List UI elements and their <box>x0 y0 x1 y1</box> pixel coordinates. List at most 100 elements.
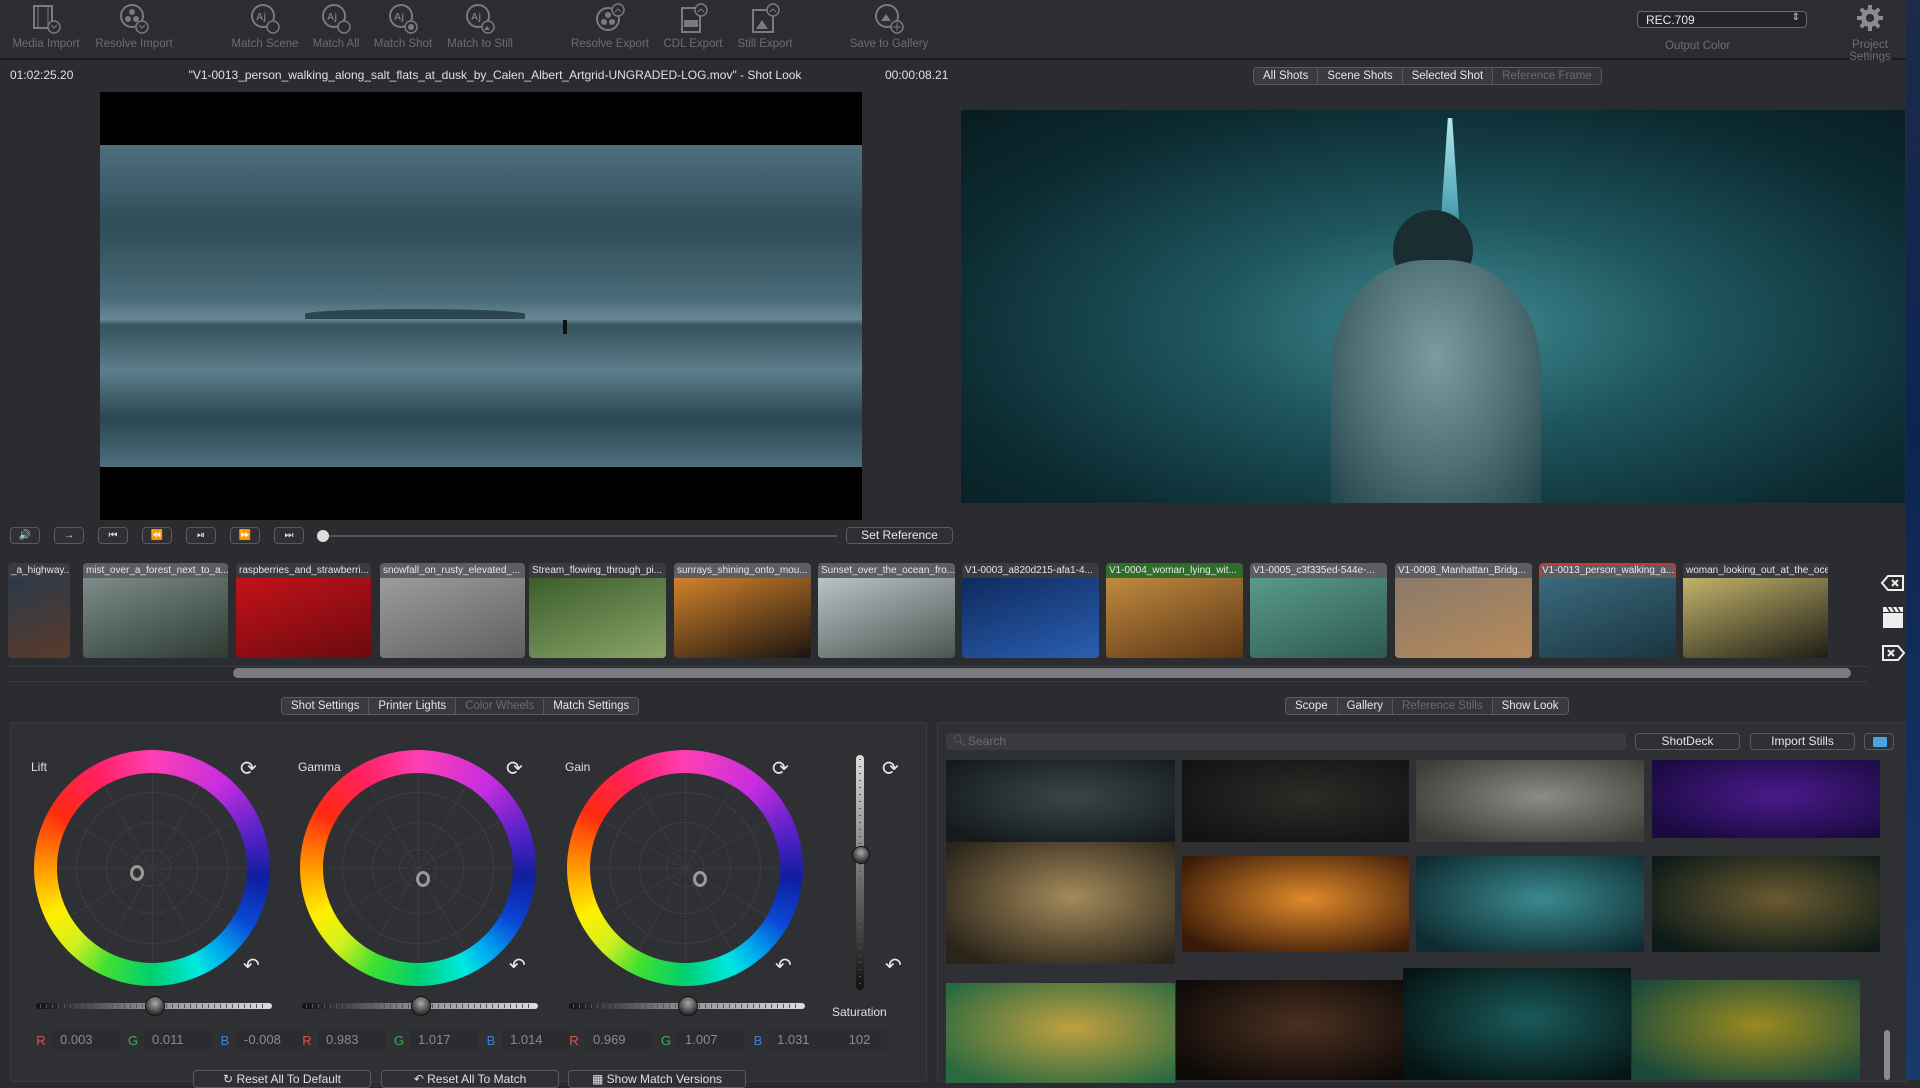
saturation-field[interactable]: 102 <box>832 1030 887 1050</box>
import-stills-button[interactable]: Import Stills <box>1750 733 1855 750</box>
gain-b-field[interactable]: 1.031 <box>769 1030 837 1050</box>
tab-show-look[interactable]: Show Look <box>1493 698 1568 714</box>
filmstrip-clip[interactable]: V1-0008_Manhattan_Bridg... <box>1395 563 1532 658</box>
gamma-g-field[interactable]: 1.017 <box>410 1030 478 1050</box>
tab-printer-lights[interactable]: Printer Lights <box>369 698 457 714</box>
gain-master-knob[interactable] <box>678 996 698 1016</box>
lift-g-field[interactable]: 0.011 <box>144 1030 212 1050</box>
gain-r-field[interactable]: 0.969 <box>585 1030 653 1050</box>
reset-all-to-match-button[interactable]: ↶ Reset All To Match <box>381 1070 559 1088</box>
match-to-still-button[interactable]: Aj Match to Still <box>435 2 525 50</box>
gallery-still[interactable] <box>1632 980 1860 1080</box>
volume-button[interactable]: 🔊 <box>10 527 40 544</box>
gain-master-slider[interactable] <box>569 996 805 1016</box>
filmstrip-clip[interactable]: snowfall_on_rusty_elevated_... <box>380 563 525 658</box>
tab-scene-shots[interactable]: Scene Shots <box>1318 68 1403 84</box>
lift-puck[interactable] <box>130 865 144 881</box>
gain-puck[interactable] <box>693 871 707 887</box>
fast-forward-button[interactable]: ⏩ <box>230 527 260 544</box>
gamma-b-field[interactable]: 1.014 <box>502 1030 570 1050</box>
play-pause-button[interactable]: ⏯ <box>186 527 216 544</box>
set-reference-button[interactable]: Set Reference <box>846 527 953 544</box>
filmstrip-clip[interactable]: sunrays_shining_onto_mou... <box>674 563 811 658</box>
lift-reset-icon[interactable]: ⟳ <box>240 756 257 781</box>
filmstrip-clip[interactable]: raspberries_and_strawberri... <box>236 563 371 658</box>
gamma-master-knob[interactable] <box>411 996 431 1016</box>
saturation-knob[interactable] <box>852 845 870 864</box>
gamma-wheel[interactable] <box>300 750 536 986</box>
gain-undo-icon[interactable]: ↶ <box>775 953 792 978</box>
media-import-button[interactable]: Media Import <box>1 2 91 50</box>
gallery-still[interactable] <box>1652 760 1880 838</box>
gallery-still[interactable] <box>946 983 1175 1083</box>
gallery-still[interactable] <box>1182 760 1409 842</box>
skip-to-start-button[interactable]: ⏮ <box>98 527 128 544</box>
filmstrip-clip[interactable]: V1-0005_c3f335ed-544e-... <box>1250 563 1387 658</box>
filmstrip-clip[interactable]: _a_highway... <box>8 563 70 658</box>
lift-master-slider[interactable] <box>36 996 272 1016</box>
tab-selected-shot[interactable]: Selected Shot <box>1403 68 1494 84</box>
tab-reference-frame[interactable]: Reference Frame <box>1493 68 1601 84</box>
project-settings-button[interactable]: Project Settings <box>1830 3 1910 63</box>
lift-undo-icon[interactable]: ↶ <box>243 953 260 978</box>
gain-wheel[interactable] <box>567 750 803 986</box>
output-color-select[interactable]: REC.709 ⇕ <box>1637 11 1807 28</box>
clapperboard-button[interactable] <box>1880 605 1906 628</box>
gallery-still[interactable] <box>1403 968 1631 1080</box>
lift-master-knob[interactable] <box>145 996 165 1016</box>
filmstrip-clip[interactable]: V1-0003_a820d215-afa1-4... <box>962 563 1099 658</box>
gallery-still[interactable] <box>946 842 1175 964</box>
gamma-undo-icon[interactable]: ↶ <box>509 953 526 978</box>
loop-button[interactable]: → <box>54 527 84 544</box>
filmstrip-clip[interactable]: V1-0013_person_walking_a... <box>1539 563 1676 658</box>
tab-all-shots[interactable]: All Shots <box>1254 68 1319 84</box>
gallery-still[interactable] <box>1416 760 1644 842</box>
rewind-button[interactable]: ⏪ <box>142 527 172 544</box>
source-viewer[interactable] <box>100 92 862 520</box>
resolve-export-button[interactable]: Resolve Export <box>565 2 655 50</box>
gallery-still[interactable] <box>1182 856 1409 952</box>
saturation-undo-icon[interactable]: ↶ <box>885 953 902 978</box>
tab-match-settings[interactable]: Match Settings <box>544 698 638 714</box>
tab-reference-stills[interactable]: Reference Stills <box>1393 698 1493 714</box>
gallery-still[interactable] <box>1176 980 1404 1080</box>
reference-viewer[interactable] <box>961 110 1905 503</box>
reset-all-to-default-button[interactable]: ↻ Reset All To Default <box>193 1070 371 1088</box>
filmstrip-clip[interactable]: woman_looking_out_at_the_ocean_t... <box>1683 563 1828 658</box>
saturation-slider[interactable] <box>856 755 864 990</box>
gain-reset-icon[interactable]: ⟳ <box>772 756 789 781</box>
filmstrip-clip[interactable]: mist_over_a_forest_next_to_a... <box>83 563 228 658</box>
tab-gallery[interactable]: Gallery <box>1338 698 1394 714</box>
tab-scope[interactable]: Scope <box>1286 698 1338 714</box>
remove-left-button[interactable] <box>1880 573 1906 595</box>
tab-shot-settings[interactable]: Shot Settings <box>282 698 370 714</box>
gallery-still[interactable] <box>946 760 1175 842</box>
gallery-still[interactable] <box>1416 856 1644 952</box>
filmstrip-scroll-thumb[interactable] <box>232 668 1851 678</box>
lift-r-field[interactable]: 0.003 <box>52 1030 120 1050</box>
gamma-reset-icon[interactable]: ⟳ <box>506 756 523 781</box>
search-input[interactable]: 🔍︎ Search <box>946 733 1626 750</box>
shotdeck-button[interactable]: ShotDeck <box>1635 733 1740 750</box>
timeline-scrubber[interactable] <box>322 535 837 537</box>
gallery-scrollbar[interactable] <box>1884 1030 1890 1080</box>
gallery-still[interactable] <box>1652 856 1880 952</box>
lift-b-field[interactable]: -0.008 <box>236 1030 304 1050</box>
save-to-gallery-button[interactable]: Save to Gallery <box>844 2 934 50</box>
gain-g-field[interactable]: 1.007 <box>677 1030 745 1050</box>
resolve-import-button[interactable]: Resolve Import <box>89 2 179 50</box>
lift-wheel[interactable] <box>34 750 270 986</box>
gamma-puck[interactable] <box>416 871 430 887</box>
skip-to-end-button[interactable]: ⏭ <box>274 527 304 544</box>
show-match-versions-button[interactable]: ▦ Show Match Versions <box>568 1070 746 1088</box>
filmstrip-clip[interactable]: Stream_flowing_through_pi... <box>529 563 666 658</box>
still-export-button[interactable]: Still Export <box>720 2 810 50</box>
tab-color-wheels[interactable]: Color Wheels <box>456 698 545 714</box>
folder-button[interactable] <box>1864 733 1894 750</box>
filmstrip-clip[interactable]: Sunset_over_the_ocean_fro... <box>818 563 955 658</box>
filmstrip-clip[interactable]: V1-0004_woman_lying_wit... <box>1106 563 1243 658</box>
gamma-master-slider[interactable] <box>302 996 538 1016</box>
saturation-reset-icon[interactable]: ⟳ <box>882 756 899 781</box>
remove-right-button[interactable] <box>1880 643 1906 665</box>
gamma-r-field[interactable]: 0.983 <box>318 1030 386 1050</box>
